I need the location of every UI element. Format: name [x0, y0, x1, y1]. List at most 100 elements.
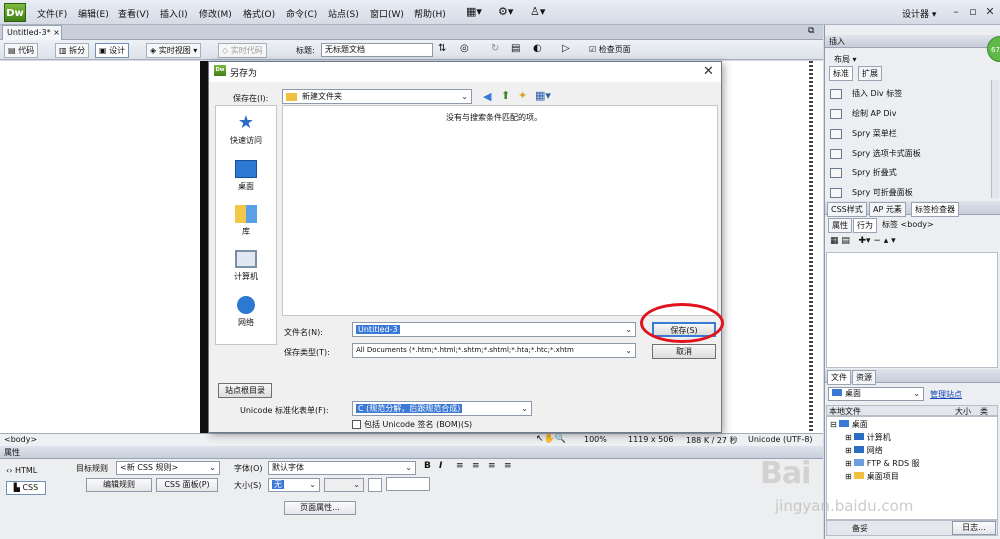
code-view-button[interactable]: ▤ 代码 — [4, 43, 39, 58]
save-in-select[interactable]: 新建文件夹 ⌄ — [282, 89, 472, 104]
css-mode-button[interactable]: ▙ CSS — [6, 481, 46, 495]
menu-help[interactable]: 帮助(H) — [414, 7, 446, 20]
italic-button[interactable]: I — [439, 461, 442, 471]
file-row-computer[interactable]: ⊞ 计算机 — [845, 432, 891, 443]
new-folder-icon[interactable]: ✦ — [518, 89, 527, 102]
zoom-level[interactable]: 100% — [584, 435, 607, 444]
tab-attributes[interactable]: 属性 — [828, 218, 852, 233]
menu-edit[interactable]: 编辑(E) — [78, 7, 109, 20]
place-network[interactable]: 网络 — [215, 296, 277, 328]
size-unit-select[interactable]: ⌄ — [324, 478, 364, 492]
back-icon[interactable]: ◀ — [483, 90, 491, 103]
gear-icon[interactable]: ⚙▾ — [498, 5, 513, 18]
filename-input[interactable]: Untitled-3 ⌄ — [352, 322, 636, 337]
color-input[interactable] — [386, 477, 430, 491]
tab-files[interactable]: 文件 — [827, 370, 851, 385]
file-manage-icon[interactable]: ⇅ — [438, 43, 446, 54]
page-properties-button[interactable]: 页面属性... — [284, 501, 356, 515]
filetype-select[interactable]: All Documents (*.htm;*.html;*.shtm;*.sht… — [352, 343, 636, 358]
spry-collapsible-item[interactable]: Spry 可折叠面板 — [830, 187, 913, 198]
file-row-ftp[interactable]: ⊞ FTP & RDS 服 — [845, 458, 920, 469]
tab-behaviors[interactable]: 行为 — [853, 218, 877, 233]
tab-extend[interactable]: 扩展 — [858, 66, 882, 81]
workspace-switcher[interactable]: 设计器 ▾ — [902, 7, 936, 20]
menu-file[interactable]: 文件(F) — [37, 7, 67, 20]
place-desktop[interactable]: 桌面 — [215, 160, 277, 192]
file-list[interactable] — [282, 105, 718, 316]
html-mode-button[interactable]: ‹› HTML — [6, 465, 46, 479]
align-left-icon[interactable]: ≡ — [456, 461, 464, 471]
tab-standard[interactable]: 标准 — [829, 66, 853, 81]
insert-category-select[interactable]: 布局 ▾ — [834, 54, 857, 65]
properties-header[interactable]: 属性 — [0, 446, 823, 459]
design-view-button[interactable]: ▣ 设计 — [95, 43, 130, 58]
document-tab[interactable]: Untitled-3* × — [2, 25, 62, 40]
align-right-icon[interactable]: ≡ — [488, 461, 496, 471]
font-select[interactable]: 默认字体 ⌄ — [268, 461, 416, 475]
view-menu-icon[interactable]: ▦▾ — [535, 89, 551, 102]
dialog-close-icon[interactable]: ✕ — [703, 64, 714, 79]
unicode-form-select[interactable]: C (规范分解，后跟规范合成) ⌄ — [352, 401, 532, 416]
file-row-desktop[interactable]: ⊟ 桌面 — [830, 419, 868, 430]
spry-menubar-item[interactable]: Spry 菜单栏 — [830, 128, 897, 139]
spry-accordion-item[interactable]: Spry 折叠式 — [830, 167, 897, 178]
tab-tag-inspector[interactable]: 标签检查器 — [911, 202, 959, 217]
color-swatch[interactable] — [368, 478, 382, 492]
minimize-icon[interactable]: – — [948, 4, 964, 20]
justify-icon[interactable]: ≡ — [504, 461, 512, 471]
tab-css-styles[interactable]: CSS样式 — [827, 202, 867, 217]
menu-window[interactable]: 窗口(W) — [370, 7, 404, 20]
close-icon[interactable]: ✕ — [982, 4, 998, 20]
visual-aids-icon[interactable]: ◐ — [533, 43, 542, 54]
live-view-button[interactable]: ◈ 实时视图 ▾ — [146, 43, 202, 58]
align-center-icon[interactable]: ≡ — [472, 461, 480, 471]
refresh-icon[interactable]: ↻ — [491, 43, 499, 54]
manage-sites-link[interactable]: 管理站点 — [930, 389, 962, 400]
menu-commands[interactable]: 命令(C) — [286, 7, 317, 20]
insert-panel-header[interactable]: 插入 — [825, 35, 1000, 48]
place-quick-access[interactable]: ★ 快速访问 — [215, 114, 277, 146]
preview-icon[interactable]: ◎ — [460, 43, 469, 54]
title-input[interactable]: 无标题文档 — [321, 43, 433, 57]
target-rule-select[interactable]: <新 CSS 规则> ⌄ — [116, 461, 220, 475]
bold-button[interactable]: B — [424, 461, 431, 471]
bom-checkbox-row[interactable]: 包括 Unicode 签名 (BOM)(S) — [352, 419, 472, 430]
insert-div-item[interactable]: 插入 Div 标签 — [830, 88, 902, 99]
tab-ap-elements[interactable]: AP 元素 — [869, 202, 906, 217]
tag-selector[interactable]: <body> — [4, 435, 37, 444]
file-row-network[interactable]: ⊞ 网络 — [845, 445, 883, 456]
tab-assets[interactable]: 资源 — [852, 370, 876, 385]
site-root-button[interactable]: 站点根目录 — [218, 383, 272, 398]
menu-format[interactable]: 格式(O) — [243, 7, 275, 20]
window-size[interactable]: 1119 x 506 — [628, 435, 673, 444]
site-select[interactable]: 桌面 ⌄ — [828, 387, 924, 401]
edit-rule-button[interactable]: 编辑规则 — [86, 478, 152, 492]
place-computer[interactable]: 计算机 — [215, 250, 277, 282]
view-options-icon[interactable]: ▤ — [511, 43, 520, 54]
behavior-tools-icon[interactable]: ▦ ▤ ✚▾ − ▴ ▾ — [830, 236, 896, 246]
menu-insert[interactable]: 插入(I) — [160, 7, 188, 20]
log-button[interactable]: 日志... — [952, 521, 996, 535]
check-page-button[interactable]: ☑ 检查页面 — [586, 43, 634, 58]
maximize-icon[interactable]: ▫ — [965, 4, 981, 20]
place-library[interactable]: 库 — [215, 205, 277, 237]
menu-site[interactable]: 站点(S) — [328, 7, 359, 20]
size-select[interactable]: 无 ⌄ — [268, 478, 320, 492]
css-panel-button[interactable]: CSS 面板(P) — [156, 478, 218, 492]
menu-view[interactable]: 查看(V) — [118, 7, 149, 20]
draw-ap-div-item[interactable]: 绘制 AP Div — [830, 108, 897, 119]
file-row-desktop-items[interactable]: ⊞ 桌面项目 — [845, 471, 899, 482]
up-folder-icon[interactable]: ⬆ — [501, 89, 510, 102]
bom-checkbox[interactable] — [352, 420, 361, 429]
spry-tabbed-item[interactable]: Spry 选项卡式面板 — [830, 148, 921, 159]
menu-modify[interactable]: 修改(M) — [199, 7, 232, 20]
restore-doc-icon[interactable]: ⧉ — [808, 26, 814, 36]
status-tools-icon[interactable]: ↖✋🔍 — [536, 434, 566, 444]
validate-icon[interactable]: ▷ — [562, 43, 570, 54]
behaviors-list[interactable] — [826, 252, 998, 368]
insert-scrollbar[interactable] — [991, 80, 999, 198]
site-icon[interactable]: ♙▾ — [530, 5, 545, 18]
split-view-button[interactable]: ▥ 拆分 — [55, 43, 90, 58]
live-code-button[interactable]: ◇ 实时代码 — [218, 43, 267, 58]
cancel-button[interactable]: 取消 — [652, 344, 716, 359]
